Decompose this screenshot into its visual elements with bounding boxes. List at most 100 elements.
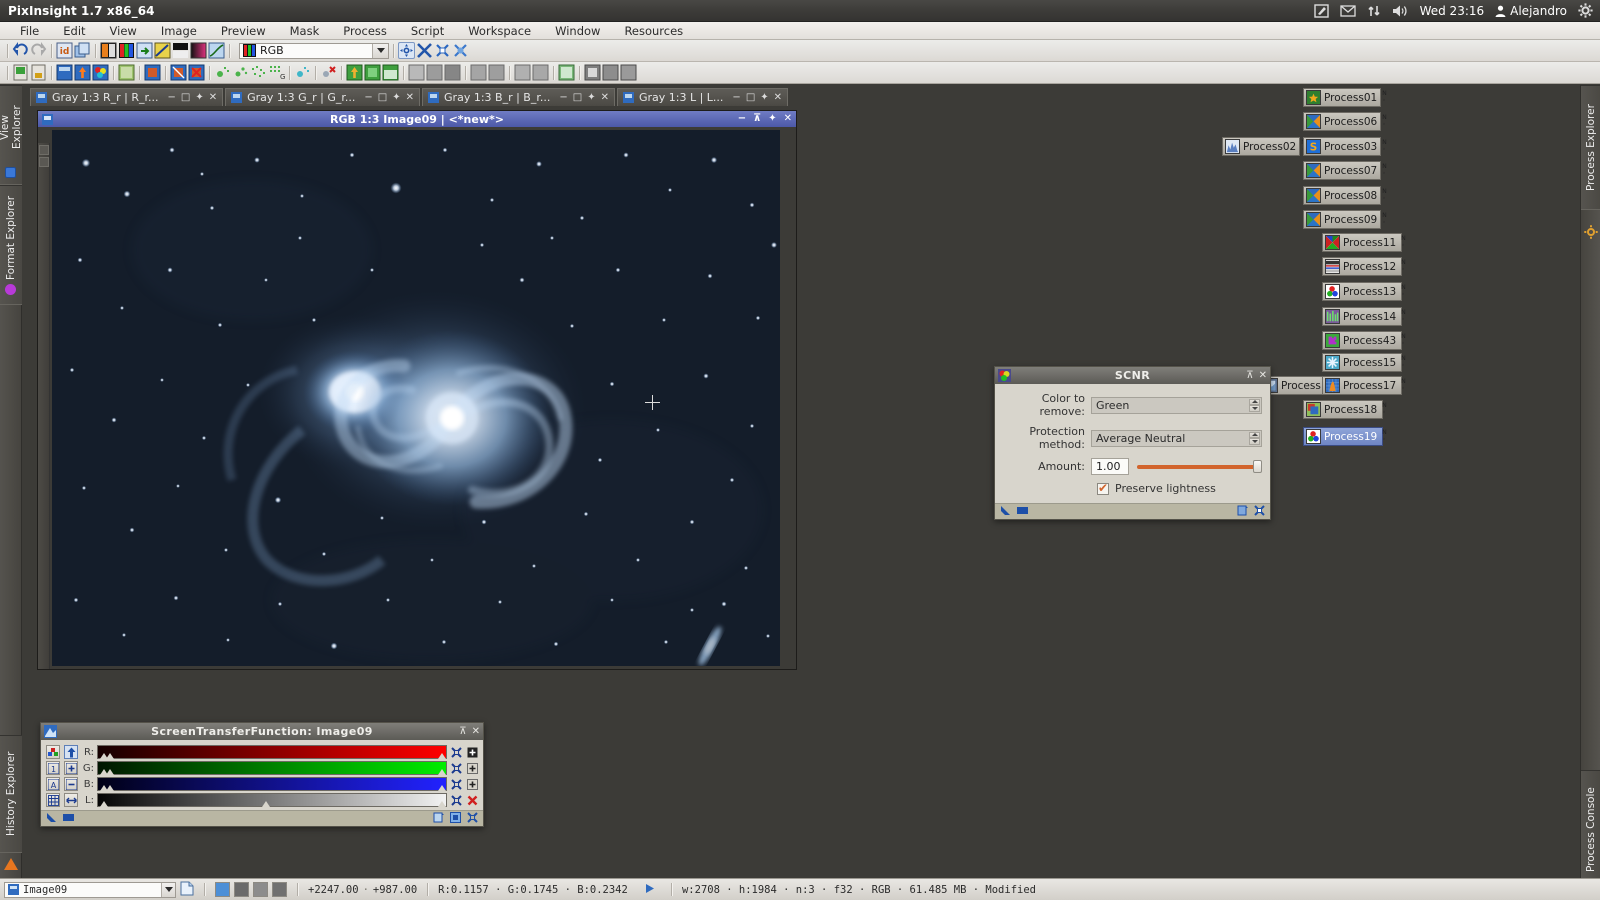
open-image-icon[interactable] (30, 64, 47, 81)
scnr-dialog[interactable]: SCNR ⊼ ✕ Color to remove: Green Protecti… (994, 366, 1271, 520)
image-window-icon[interactable] (100, 42, 117, 59)
notepad-icon[interactable] (1313, 3, 1329, 18)
menu-preview[interactable]: Preview (209, 22, 278, 40)
color-window-icon[interactable] (92, 64, 109, 81)
maximize-button[interactable]: □ (378, 92, 387, 103)
process-icon-process11[interactable]: Process11 N ◦ (1322, 233, 1406, 252)
plus-icon[interactable] (466, 746, 479, 759)
close-button[interactable]: ✕ (784, 114, 792, 124)
highlight-marker[interactable] (438, 785, 446, 791)
swatch-gray3[interactable] (272, 882, 287, 897)
image-gray-icon[interactable] (602, 64, 619, 81)
process-icon-process06[interactable]: Process06 N ◦ (1303, 112, 1387, 131)
pan-tool-icon[interactable] (38, 145, 49, 155)
user-menu[interactable]: Alejandro (1495, 4, 1567, 18)
plus-icon[interactable] (64, 761, 78, 775)
mask-show-icon[interactable] (170, 64, 187, 81)
process-icon-process01[interactable]: Process01 N ◦ (1303, 88, 1387, 107)
restore-button[interactable]: ✦ (392, 92, 400, 103)
process-icon-process07[interactable]: Process07 N ◦ (1303, 161, 1387, 180)
highlight-marker[interactable] (438, 753, 446, 759)
chevron-down-icon[interactable] (372, 43, 388, 58)
reset-icon[interactable] (1254, 504, 1265, 519)
enabled-icon[interactable] (450, 811, 461, 826)
close-icon[interactable] (466, 794, 479, 807)
apply-arrow-icon[interactable] (46, 812, 57, 826)
minimize-button[interactable]: − (732, 92, 740, 103)
picker-red-icon[interactable] (320, 64, 337, 81)
restore-button[interactable]: ✦ (760, 92, 768, 103)
apply-global-icon[interactable] (63, 812, 74, 826)
maximize-button[interactable]: □ (573, 92, 582, 103)
menu-edit[interactable]: Edit (51, 22, 97, 40)
maximize-button[interactable]: ✦ (768, 114, 776, 124)
undo-icon[interactable] (12, 42, 29, 59)
menu-mask[interactable]: Mask (278, 22, 332, 40)
picker-icon[interactable] (294, 64, 311, 81)
shadow-marker[interactable] (100, 801, 108, 807)
shade-button[interactable]: ⊼ (753, 114, 761, 124)
restore-button[interactable]: ✦ (587, 92, 595, 103)
apply-arrow-icon[interactable] (1000, 505, 1011, 519)
green-both-icon[interactable] (382, 64, 399, 81)
stf-dialog[interactable]: ScreenTransferFunction: Image09 ⊼ ✕ 1 A (40, 722, 484, 827)
grid-icon[interactable] (46, 793, 60, 807)
extract-icon[interactable] (136, 42, 153, 59)
reset-icon[interactable] (450, 794, 463, 807)
swatch-gray2[interactable] (253, 882, 268, 897)
reset-icon[interactable] (467, 811, 478, 826)
sidebar-tab-process-console[interactable]: Process Console (1581, 770, 1600, 890)
gray4-icon[interactable] (470, 64, 487, 81)
menu-script[interactable]: Script (399, 22, 456, 40)
highlight-marker[interactable] (438, 801, 446, 807)
process-icon-process03[interactable]: S Process03 N ◦ (1303, 137, 1387, 156)
sidebar-tab-format-explorer[interactable]: Format Explorer (0, 185, 22, 305)
minus-icon[interactable] (64, 777, 78, 791)
midtone-marker[interactable] (261, 801, 270, 807)
midtone-marker[interactable] (106, 753, 114, 759)
chev ron-down-icon[interactable] (161, 882, 175, 897)
amount-slider[interactable] (1137, 458, 1262, 475)
clock[interactable]: Wed 23:16 (1420, 4, 1485, 18)
gray6-icon[interactable] (514, 64, 531, 81)
duplicate-icon[interactable] (74, 42, 91, 59)
close-button[interactable]: ✕ (774, 92, 782, 103)
auto-stretch-icon[interactable] (64, 745, 78, 759)
sidebar-tab-process-explorer[interactable]: Process Explorer (1581, 85, 1600, 210)
menu-window[interactable]: Window (543, 22, 612, 40)
image-gray2-icon[interactable] (620, 64, 637, 81)
preview-icon[interactable] (118, 64, 135, 81)
window-tab-b[interactable]: Gray 1:3 B_r | B_r... − □ ✦ ✕ (422, 88, 615, 106)
scnr-titlebar[interactable]: SCNR ⊼ ✕ (995, 367, 1270, 384)
play-icon[interactable] (645, 883, 655, 897)
identify-icon[interactable]: id (56, 42, 73, 59)
rgb-link-icon[interactable] (46, 745, 60, 759)
zoom-out-icon[interactable] (452, 42, 469, 59)
redo-icon[interactable] (30, 42, 47, 59)
highlight-marker[interactable] (438, 769, 446, 775)
stf-gradient-r[interactable] (97, 745, 447, 759)
apply-global-icon[interactable] (1017, 505, 1028, 519)
maximize-button[interactable]: □ (181, 92, 190, 103)
swatch-gray1[interactable] (234, 882, 249, 897)
reset-icon[interactable] (450, 778, 463, 791)
amount-input[interactable]: 1.00 (1091, 458, 1129, 475)
protection-method-combo[interactable]: Average Neutral (1091, 429, 1262, 447)
star-group-icon[interactable] (250, 64, 267, 81)
maximize-button[interactable]: □ (746, 92, 755, 103)
one-icon[interactable]: 1 (46, 761, 60, 775)
new-image-icon[interactable] (12, 64, 29, 81)
close-button[interactable]: ✕ (1259, 370, 1267, 381)
star-small-icon[interactable] (214, 64, 231, 81)
stf-titlebar[interactable]: ScreenTransferFunction: Image09 ⊼ ✕ (41, 723, 483, 740)
image-green-icon[interactable] (558, 64, 575, 81)
histogram-icon[interactable] (172, 42, 189, 59)
view-selector[interactable]: Image09 (4, 881, 176, 898)
menu-view[interactable]: View (98, 22, 149, 40)
swatch-blue[interactable] (215, 882, 230, 897)
arrows-icon[interactable] (64, 793, 78, 807)
process-icon-process15[interactable]: Process15 N ◦ (1322, 353, 1406, 372)
mask-icon[interactable] (144, 64, 161, 81)
stf-gradient-g[interactable] (97, 761, 447, 775)
midtone-marker[interactable] (106, 769, 114, 775)
